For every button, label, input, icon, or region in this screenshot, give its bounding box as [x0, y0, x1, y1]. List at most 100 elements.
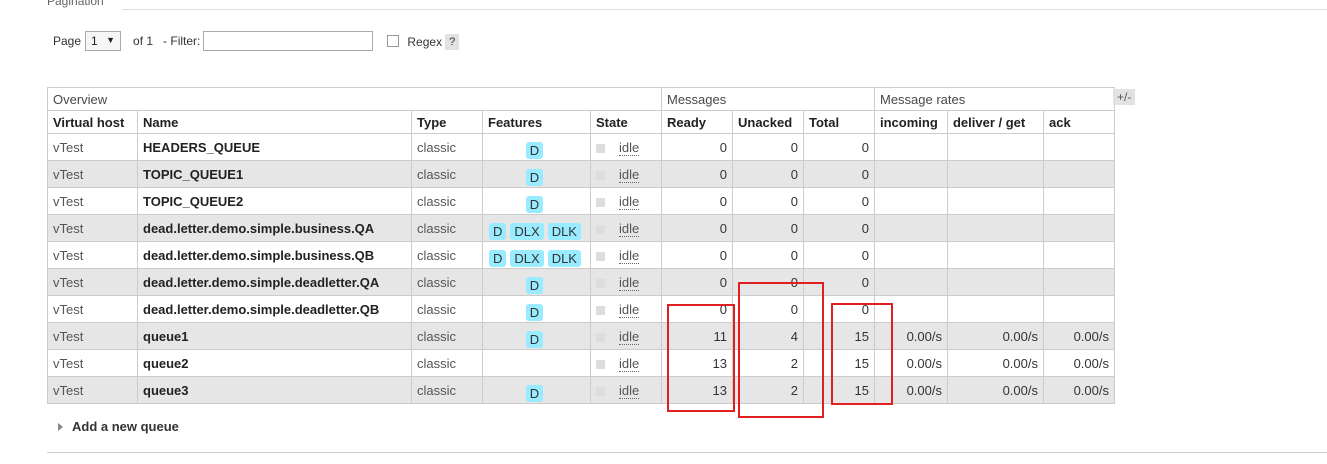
column-header[interactable]: Name — [137, 110, 412, 134]
table-row: vTest HEADERS_QUEUE classic Didle 0 0 0 — [47, 133, 1115, 161]
regex-checkbox[interactable] — [387, 35, 400, 47]
filter-label: - Filter: — [163, 34, 201, 48]
ack-rate — [1042, 241, 1115, 269]
regex-help-button[interactable]: ? — [445, 34, 460, 50]
feature-badge: D — [489, 222, 507, 240]
ack-rate — [1042, 214, 1115, 242]
total-count: 0 — [802, 214, 875, 242]
columns-toggle-button[interactable]: +/- — [1113, 89, 1136, 105]
column-header[interactable]: Unacked — [731, 110, 804, 134]
column-header[interactable]: deliver / get — [946, 110, 1044, 134]
ack-rate — [1042, 187, 1115, 215]
add-queue-toggle[interactable]: Add a new queue — [58, 419, 179, 434]
state-text: idle — [618, 274, 640, 291]
column-header[interactable]: State — [589, 110, 662, 134]
incoming-rate — [873, 187, 948, 215]
group-header-rates: Message rates — [873, 87, 1115, 111]
vhost-cell: vTest — [47, 268, 138, 296]
table-row: vTest dead.letter.demo.simple.business.QA… — [47, 214, 1115, 242]
state-text: idle — [618, 247, 640, 264]
type-cell: classic — [411, 160, 483, 188]
group-header-overview: Overview — [47, 87, 662, 111]
feature-badge: DLK — [547, 222, 581, 240]
state-cell: idle — [589, 241, 662, 269]
ack-rate — [1042, 160, 1115, 188]
queue-name-link[interactable]: HEADERS_QUEUE — [137, 133, 412, 161]
features-cell — [482, 349, 591, 377]
incoming-rate — [873, 241, 948, 269]
page-count-label: of 1 — [133, 34, 154, 48]
feature-badge: D — [525, 276, 544, 294]
regex-label: Regex — [407, 35, 443, 49]
queue-name-link[interactable]: dead.letter.demo.simple.deadletter.QB — [137, 295, 412, 323]
column-header[interactable]: Features — [482, 110, 591, 134]
ack-rate: 0.00/s — [1042, 349, 1115, 377]
queue-name-link[interactable]: dead.letter.demo.simple.business.QA — [137, 214, 412, 242]
vhost-cell: vTest — [47, 133, 138, 161]
state-indicator-icon — [595, 143, 605, 153]
column-header[interactable]: incoming — [873, 110, 948, 134]
state-indicator-icon — [595, 224, 605, 234]
queue-name-link[interactable]: queue3 — [137, 376, 412, 404]
queue-name-link[interactable]: queue2 — [137, 349, 412, 377]
ready-count: 0 — [660, 241, 733, 269]
state-text: idle — [618, 220, 640, 237]
filter-input[interactable] — [203, 31, 374, 51]
ready-count: 0 — [660, 160, 733, 188]
state-text: idle — [618, 328, 640, 345]
queue-name-link[interactable]: TOPIC_QUEUE2 — [137, 187, 412, 215]
features-cell: D — [482, 295, 591, 323]
vhost-cell: vTest — [47, 214, 138, 242]
deliver-get-rate — [946, 133, 1044, 161]
queue-name-link[interactable]: TOPIC_QUEUE1 — [137, 160, 412, 188]
state-cell: idle — [589, 187, 662, 215]
features-cell: D — [482, 322, 591, 350]
total-count: 0 — [802, 133, 875, 161]
type-cell: classic — [411, 322, 483, 350]
page-label: Page — [53, 34, 82, 48]
vhost-cell: vTest — [47, 322, 138, 350]
section-divider — [122, 9, 1327, 10]
vhost-cell: vTest — [47, 187, 138, 215]
column-header[interactable]: ack — [1042, 110, 1115, 134]
deliver-get-rate: 0.00/s — [946, 322, 1044, 350]
vhost-cell: vTest — [47, 376, 138, 404]
state-cell: idle — [589, 322, 662, 350]
state-indicator-icon — [595, 305, 605, 315]
feature-badge: D — [525, 330, 544, 348]
total-count: 0 — [802, 160, 875, 188]
queue-name-link[interactable]: queue1 — [137, 322, 412, 350]
unacked-count: 0 — [731, 214, 804, 242]
type-cell: classic — [411, 376, 483, 404]
features-cell: D — [482, 268, 591, 296]
highlight-unacked-box — [738, 282, 824, 418]
type-cell: classic — [411, 214, 483, 242]
table-row: vTest queue1 classic Didle 11 4 15 0.00/s 0.00/s… — [47, 322, 1115, 350]
table-row: vTest dead.letter.demo.simple.business.QB… — [47, 241, 1115, 269]
column-header[interactable]: Total — [802, 110, 875, 134]
incoming-rate — [873, 268, 948, 296]
column-header[interactable]: Virtual host — [47, 110, 138, 134]
table-row: vTest dead.letter.demo.simple.deadletter.… — [47, 295, 1115, 323]
feature-badge: DLK — [547, 249, 581, 267]
queue-name-link[interactable]: dead.letter.demo.simple.deadletter.QA — [137, 268, 412, 296]
features-cell: D — [482, 160, 591, 188]
column-header[interactable]: Ready — [660, 110, 733, 134]
state-cell: idle — [589, 295, 662, 323]
queue-name-link[interactable]: dead.letter.demo.simple.business.QB — [137, 241, 412, 269]
state-indicator-icon — [595, 332, 605, 342]
type-cell: classic — [411, 295, 483, 323]
page-select[interactable]: 1 ▼ — [85, 31, 122, 51]
feature-badge: D — [525, 195, 544, 213]
state-text: idle — [618, 139, 640, 156]
feature-badge: D — [525, 303, 544, 321]
state-cell: idle — [589, 349, 662, 377]
deliver-get-rate — [946, 214, 1044, 242]
table-row: vTest queue3 classic Didle 13 2 15 0.00/s 0.00/s… — [47, 376, 1115, 404]
feature-badge: D — [525, 141, 544, 159]
table-row: vTest dead.letter.demo.simple.deadletter.… — [47, 268, 1115, 296]
vhost-cell: vTest — [47, 160, 138, 188]
ready-count: 0 — [660, 268, 733, 296]
column-header[interactable]: Type — [411, 110, 483, 134]
state-text: idle — [618, 355, 640, 372]
